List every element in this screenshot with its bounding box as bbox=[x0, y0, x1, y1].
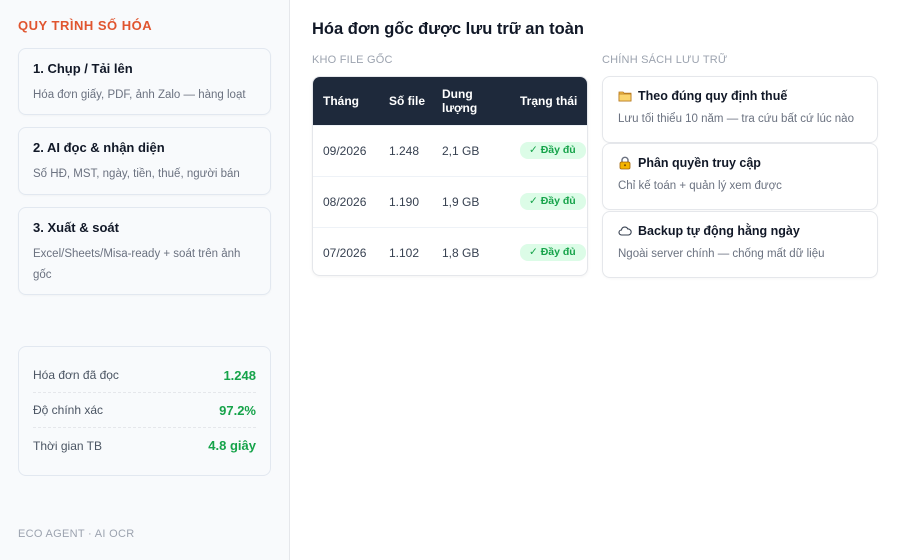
cell-size: 1,9 GB bbox=[432, 175, 510, 227]
step-description: Excel/Sheets/Misa-ready + soát trên ảnh … bbox=[33, 248, 241, 281]
stat-value: 97.2% bbox=[219, 402, 256, 418]
column-header-size: Dung lượng bbox=[442, 86, 478, 115]
storage-table-card: Tháng Số file Dung lượng Trạng thái 09/2… bbox=[312, 76, 588, 276]
cell-month: 07/2026 bbox=[313, 226, 379, 275]
page-title: Hóa đơn gốc được lưu trữ an toàn bbox=[312, 20, 584, 38]
stat-label: Hóa đơn đã đọc bbox=[33, 368, 119, 382]
storage-section-label: KHO FILE GỐC bbox=[312, 54, 393, 66]
sidebar-title: QUY TRÌNH SỐ HÓA bbox=[18, 18, 153, 33]
table-row[interactable]: 08/2026 1.190 1,9 GB ✓ Đầy đủ bbox=[313, 175, 587, 227]
sidebar: QUY TRÌNH SỐ HÓA 1. Chụp / Tải lên Hóa đ… bbox=[0, 0, 290, 560]
table-row[interactable]: 07/2026 1.102 1,8 GB ✓ Đầy đủ bbox=[313, 226, 587, 275]
step-description: Số HĐ, MST, ngày, tiền, thuế, người bán bbox=[33, 168, 240, 180]
stat-label: Độ chính xác bbox=[33, 403, 104, 417]
step-description: Hóa đơn giấy, PDF, ảnh Zalo — hàng loạt bbox=[33, 89, 246, 101]
column-header-month: Tháng bbox=[323, 93, 359, 108]
cell-month: 09/2026 bbox=[313, 124, 379, 176]
stat-row: Thời gian TB 4.8 giây bbox=[33, 428, 256, 463]
status-badge: ✓ Đầy đủ bbox=[520, 142, 586, 159]
policy-section-label: CHÍNH SÁCH LƯU TRỮ bbox=[602, 54, 728, 66]
stats-panel: Hóa đơn đã đọc 1.248 Độ chính xác 97.2% … bbox=[18, 346, 271, 476]
stat-row: Hóa đơn đã đọc 1.248 bbox=[33, 358, 256, 393]
cell-size: 2,1 GB bbox=[432, 124, 510, 176]
column-header-files: Số file bbox=[389, 93, 426, 108]
lock-icon bbox=[618, 156, 632, 170]
policy-card-tax-compliance[interactable]: Theo đúng quy định thuế Lưu tối thiểu 10… bbox=[602, 76, 878, 143]
cell-files: 1.190 bbox=[379, 175, 432, 227]
cell-status: ✓ Đầy đủ bbox=[510, 175, 587, 227]
sidebar-footer: ECO AGENT · AI OCR bbox=[18, 528, 135, 540]
status-badge: ✓ Đầy đủ bbox=[520, 244, 586, 262]
policy-description: Chỉ kế toán + quản lý xem được bbox=[618, 180, 782, 192]
folder-icon bbox=[618, 89, 632, 103]
step-card-ai-read[interactable]: 2. AI đọc & nhận diện Số HĐ, MST, ngày, … bbox=[18, 127, 271, 195]
table-row[interactable]: 09/2026 1.248 2,1 GB ✓ Đầy đủ bbox=[313, 124, 587, 176]
step-card-export[interactable]: 3. Xuất & soát Excel/Sheets/Misa-ready +… bbox=[18, 207, 271, 295]
step-title: 1. Chụp / Tải lên bbox=[33, 61, 133, 76]
stat-value: 4.8 giây bbox=[208, 438, 256, 453]
policy-card-access-control[interactable]: Phân quyền truy cập Chỉ kế toán + quản l… bbox=[602, 143, 878, 210]
policy-description: Ngoài server chính — chống mất dữ liệu bbox=[618, 248, 825, 260]
policy-title: Theo đúng quy định thuế bbox=[638, 89, 788, 103]
policy-description: Lưu tối thiểu 10 năm — tra cứu bất cứ lú… bbox=[618, 113, 854, 125]
stat-value: 1.248 bbox=[223, 367, 256, 383]
policy-title: Backup tự động hằng ngày bbox=[638, 224, 800, 238]
stat-label: Thời gian TB bbox=[33, 438, 103, 453]
policy-card-daily-backup[interactable]: Backup tự động hằng ngày Ngoài server ch… bbox=[602, 211, 878, 278]
status-badge: ✓ Đầy đủ bbox=[520, 193, 586, 210]
cell-files: 1.248 bbox=[379, 124, 432, 176]
cell-month: 08/2026 bbox=[313, 175, 379, 227]
stat-row: Độ chính xác 97.2% bbox=[33, 393, 256, 428]
step-title: 2. AI đọc & nhận diện bbox=[33, 140, 165, 155]
cloud-icon bbox=[618, 224, 632, 238]
step-title: 3. Xuất & soát bbox=[33, 220, 119, 235]
table-header-row: Tháng Số file Dung lượng Trạng thái bbox=[313, 77, 587, 125]
cell-status: ✓ Đầy đủ bbox=[510, 226, 587, 275]
storage-table: Tháng Số file Dung lượng Trạng thái 09/2… bbox=[313, 77, 587, 275]
step-card-upload[interactable]: 1. Chụp / Tải lên Hóa đơn giấy, PDF, ảnh… bbox=[18, 48, 271, 115]
cell-size: 1,8 GB bbox=[432, 226, 510, 275]
column-header-status: Trạng thái bbox=[520, 93, 578, 108]
cell-files: 1.102 bbox=[379, 226, 432, 275]
cell-status: ✓ Đầy đủ bbox=[510, 124, 587, 176]
policy-title: Phân quyền truy cập bbox=[638, 156, 761, 170]
